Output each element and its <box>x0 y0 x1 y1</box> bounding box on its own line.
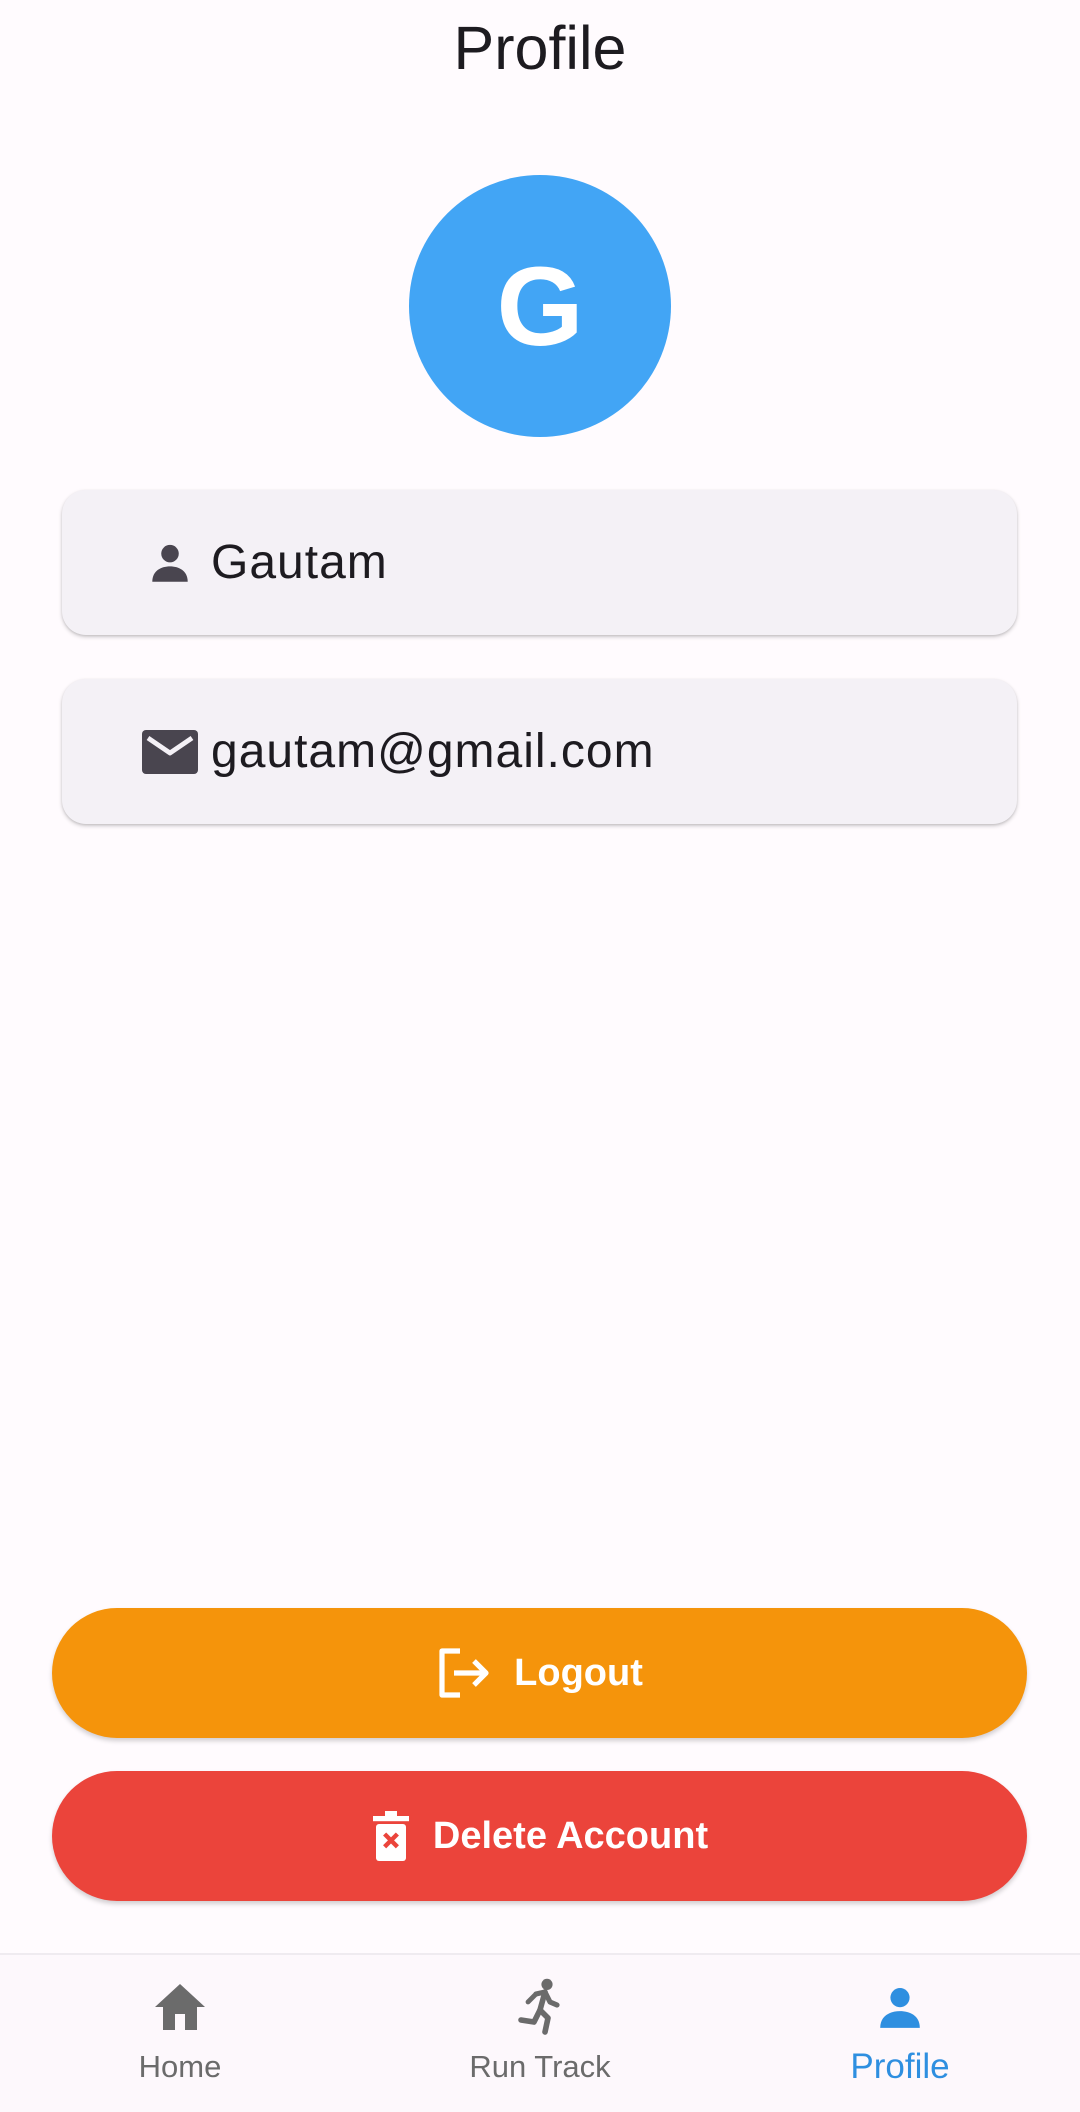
delete-account-button[interactable]: Delete Account <box>52 1771 1027 1901</box>
email-card: gautam@gmail.com <box>62 679 1017 824</box>
person-icon <box>142 535 198 591</box>
nav-label-profile: Profile <box>850 2047 950 2086</box>
person-icon <box>875 1977 925 2037</box>
nav-label-run-track: Run Track <box>469 2049 611 2084</box>
mail-icon <box>142 724 198 780</box>
name-card: Gautam <box>62 490 1017 635</box>
delete-account-label: Delete Account <box>432 1814 709 1857</box>
delete-forever-icon <box>371 1810 411 1862</box>
nav-label-home: Home <box>138 2049 222 2084</box>
email-value: gautam@gmail.com <box>211 725 655 778</box>
page-title: Profile <box>453 14 627 82</box>
profile-screen: Profile G Gautam gautam@gmail.com Logout… <box>0 0 1080 2112</box>
logout-button[interactable]: Logout <box>52 1608 1027 1738</box>
nav-item-profile[interactable]: Profile <box>720 1955 1080 2112</box>
logout-icon <box>436 1647 492 1699</box>
logout-label: Logout <box>514 1651 643 1694</box>
bottom-navigation: Home Run Track Profile <box>0 1953 1080 2112</box>
home-icon <box>153 1977 207 2037</box>
avatar-initial: G <box>496 243 584 369</box>
nav-item-home[interactable]: Home <box>0 1955 360 2112</box>
avatar: G <box>409 175 671 437</box>
running-icon <box>515 1977 565 2037</box>
nav-item-run-track[interactable]: Run Track <box>360 1955 720 2112</box>
name-value: Gautam <box>211 536 388 589</box>
